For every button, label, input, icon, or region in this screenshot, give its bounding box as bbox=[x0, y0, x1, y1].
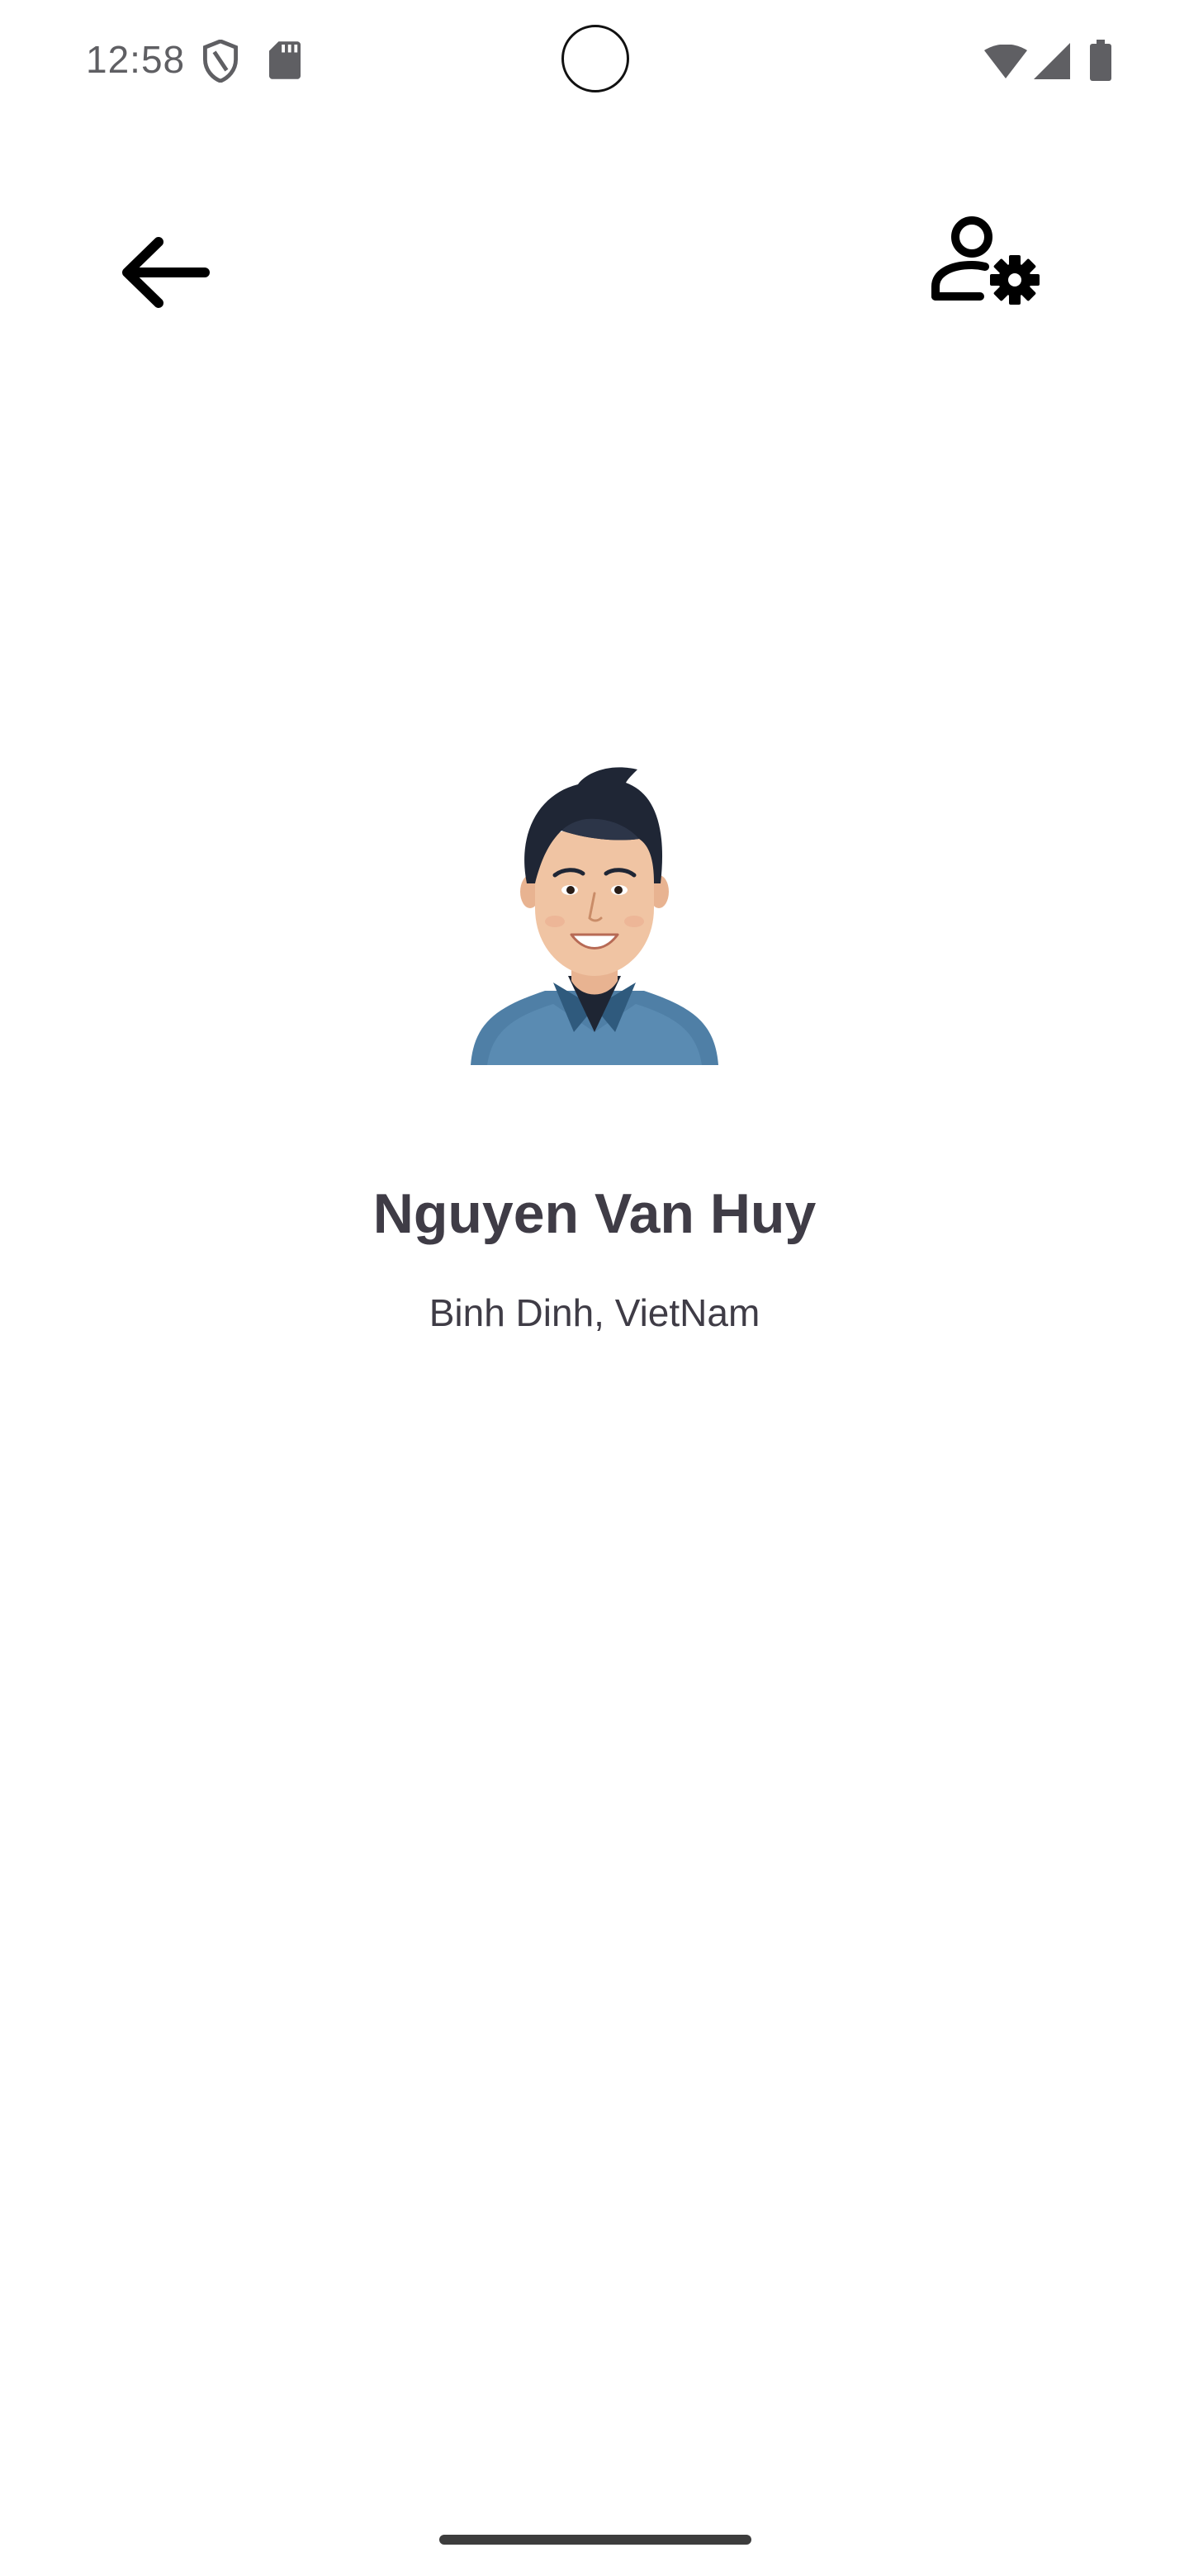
status-bar: 12:58 bbox=[0, 0, 1189, 116]
arrow-back-icon bbox=[122, 237, 210, 308]
signal-icon bbox=[1034, 43, 1070, 79]
back-button[interactable] bbox=[107, 223, 223, 322]
camera-cutout bbox=[561, 25, 629, 92]
wifi-icon bbox=[984, 45, 1027, 78]
account-settings-button[interactable] bbox=[925, 206, 1049, 314]
battery-icon bbox=[1090, 40, 1111, 81]
status-time: 12:58 bbox=[86, 38, 186, 81]
sd-card-icon bbox=[269, 41, 301, 79]
profile-name: Nguyen Van Huy bbox=[372, 1182, 817, 1245]
gesture-navigation-bar[interactable] bbox=[439, 2535, 751, 2545]
avatar bbox=[471, 767, 718, 1065]
profile-location: Binh Dinh, VietNam bbox=[429, 1291, 760, 1334]
manage-accounts-icon bbox=[931, 216, 1040, 305]
shield-icon bbox=[203, 40, 238, 83]
